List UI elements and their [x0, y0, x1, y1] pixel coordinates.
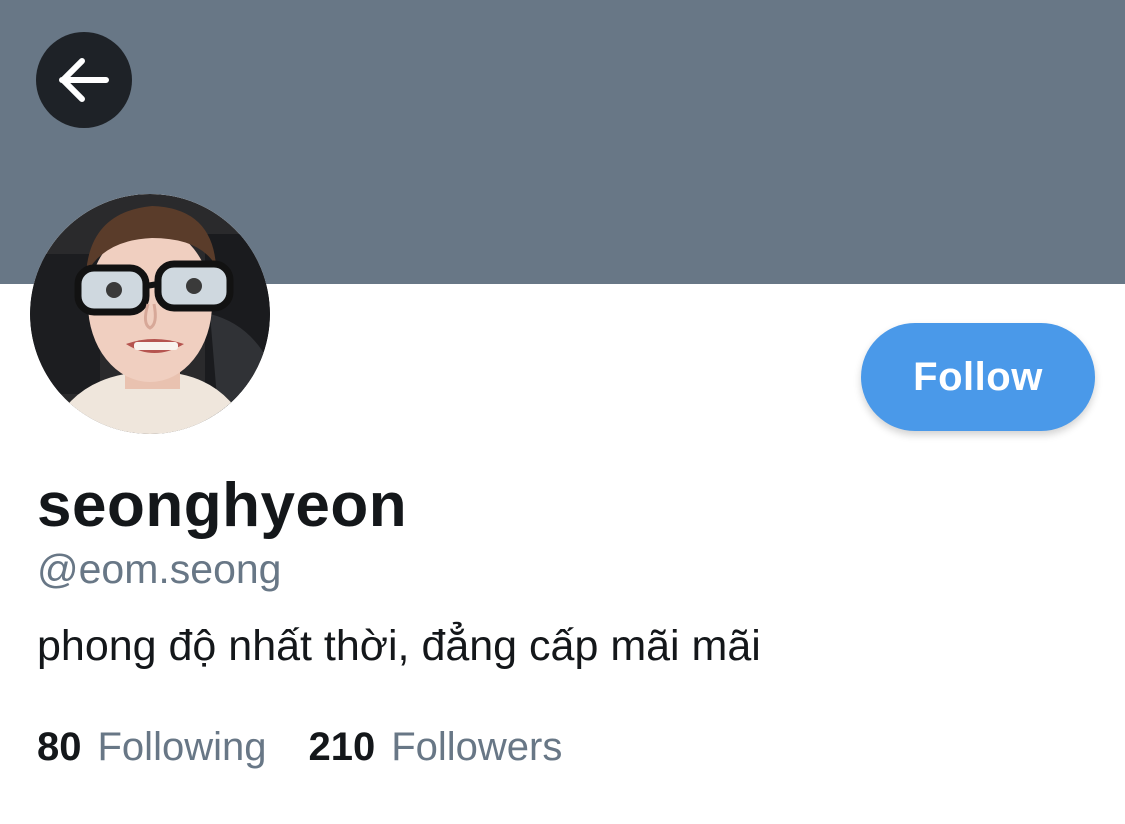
follow-button[interactable]: Follow [861, 323, 1095, 431]
avatar[interactable] [30, 194, 270, 434]
profile-bio: phong độ nhất thời, đẳng cấp mãi mãi [37, 622, 761, 670]
following-label: Following [97, 725, 267, 769]
arrow-left-icon [59, 58, 109, 102]
profile-page: Follow seonghyeon @eom.seong phong độ nh… [0, 0, 1125, 824]
following-count: 80 [37, 725, 82, 769]
profile-stats: 80 Following 210 Followers [37, 722, 562, 772]
followers-stat[interactable]: 210 Followers [308, 722, 562, 772]
following-stat[interactable]: 80 Following [37, 722, 266, 772]
display-name: seonghyeon [37, 471, 408, 540]
back-button[interactable] [36, 32, 132, 128]
user-handle: @eom.seong [37, 546, 282, 592]
profile-photo [30, 194, 270, 434]
followers-label: Followers [391, 725, 563, 769]
followers-count: 210 [308, 725, 376, 769]
